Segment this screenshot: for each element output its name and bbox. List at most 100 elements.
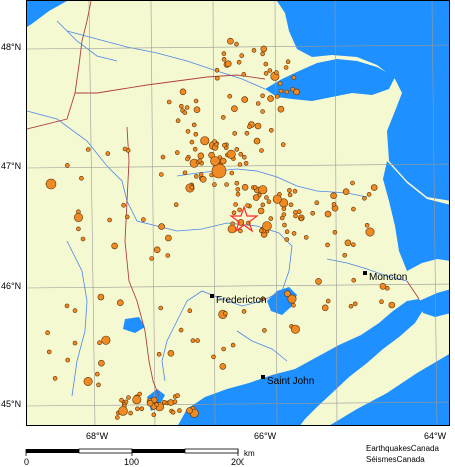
earthquake-dot	[277, 105, 285, 113]
earthquake-dot	[379, 299, 384, 305]
scale-segment-3	[132, 449, 185, 453]
credit-line-1: EarthquakesCanada	[366, 444, 439, 453]
earthquake-dot	[321, 304, 329, 312]
earthquake-dot	[365, 227, 375, 237]
earthquake-dot	[166, 99, 172, 105]
earthquake-dot	[225, 60, 232, 68]
earthquake-dot	[211, 354, 216, 360]
earthquake-dot	[190, 338, 196, 343]
earthquake-dot	[156, 351, 162, 357]
earthquake-dot	[252, 185, 258, 190]
lon-label-68: 68°W	[86, 431, 109, 441]
earthquake-dot	[388, 301, 396, 309]
earthquake-dot	[298, 216, 304, 222]
scale-tick-200: 200	[231, 457, 244, 467]
earthquake-dot	[128, 410, 133, 416]
earthquake-dot	[348, 303, 354, 309]
earthquake-dot	[277, 81, 283, 86]
earthquake-dot	[95, 371, 100, 377]
earthquake-dot	[237, 162, 243, 167]
earthquake-dot	[236, 59, 242, 65]
earthquake-dot	[45, 178, 57, 190]
earthquake-dot	[272, 194, 282, 204]
earthquake-dot	[231, 210, 237, 216]
saint-john-marker	[261, 375, 265, 379]
earthquake-dot	[291, 75, 297, 80]
scale-segment-4	[184, 448, 239, 454]
earthquake-dot	[227, 37, 234, 45]
earthquake-dot	[179, 103, 184, 109]
earthquake-dot	[350, 242, 356, 247]
earthquake-dot	[193, 98, 199, 104]
earthquake-dot	[178, 327, 184, 333]
earthquake-dot	[235, 191, 241, 197]
earthquake-dot	[195, 338, 200, 343]
earthquake-dot	[52, 376, 58, 381]
earthquake-dot	[160, 154, 166, 160]
earthquake-dot	[284, 229, 290, 234]
earthquake-dot	[284, 237, 290, 242]
earthquake-dot	[76, 226, 81, 232]
map-frame[interactable]: Fredericton Moncton Saint John	[26, 0, 450, 426]
scale-tick-100: 100	[124, 457, 139, 467]
earthquake-dot	[263, 61, 269, 67]
earthquake-dot	[210, 156, 220, 166]
earthquake-dot	[325, 242, 330, 248]
earthquake-dot	[262, 328, 267, 333]
earthquake-dot	[170, 410, 176, 415]
earthquake-dot	[258, 185, 268, 195]
earthquake-dot	[255, 101, 261, 106]
lat-label-45: 45°N	[1, 399, 22, 409]
earthquake-dot	[296, 209, 302, 214]
earthquake-dot	[237, 207, 242, 213]
earthquake-dot	[179, 88, 187, 96]
saint-john-label[interactable]: Saint John	[267, 376, 314, 387]
earthquake-dot	[266, 199, 272, 204]
earthquake-dot	[175, 393, 180, 398]
earthquake-dot	[200, 136, 210, 146]
fredericton-label[interactable]: Fredericton	[216, 295, 267, 306]
earthquake-dot	[187, 308, 193, 314]
earthquake-dot	[238, 151, 244, 157]
earthquake-dot	[282, 222, 287, 228]
moncton-label[interactable]: Moncton	[369, 272, 407, 283]
earthquake-dot	[189, 185, 195, 190]
earthquake-dot	[285, 59, 291, 65]
earthquake-dot	[324, 210, 332, 218]
lon-label-66: 66°W	[254, 431, 277, 441]
credit-line-2: SéismesCanada	[366, 455, 425, 464]
earthquake-dot	[175, 150, 180, 155]
earthquake-dot	[314, 200, 320, 205]
earthquake-dot	[254, 122, 262, 130]
earthquake-dot	[141, 217, 146, 222]
lat-label-47: 47°N	[1, 161, 22, 171]
earthquake-dot	[264, 195, 269, 200]
earthquake-dot	[219, 157, 227, 165]
earthquake-dot	[221, 115, 226, 120]
map-canvas[interactable]: Fredericton Moncton Saint John	[27, 1, 450, 426]
earthquake-dot	[325, 298, 331, 304]
earthquake-dot	[175, 118, 181, 123]
earthquake-dot	[45, 330, 50, 336]
earthquake-dot	[158, 223, 165, 230]
earthquake-dot	[214, 67, 220, 73]
earthquake-dot	[64, 303, 70, 309]
earthquake-dot	[303, 235, 309, 240]
earthquake-dot	[192, 146, 198, 152]
earthquake-dot	[224, 182, 229, 187]
lat-label-46: 46°N	[1, 281, 22, 291]
earthquake-dot	[315, 278, 322, 285]
earthquake-dot	[149, 256, 154, 261]
earthquake-dot	[96, 382, 101, 388]
earthquake-dot	[247, 124, 252, 129]
earthquake-dot	[173, 202, 179, 207]
earthquake-dot	[274, 70, 279, 75]
earthquake-dot	[364, 223, 370, 228]
earthquake-dot	[243, 161, 249, 166]
earthquake-dot	[253, 137, 261, 145]
earthquake-dot	[227, 224, 237, 234]
earthquake-dot	[239, 53, 244, 58]
earthquake-dot	[287, 188, 292, 193]
earthquake-dot	[352, 301, 358, 307]
earthquake-dot	[211, 163, 227, 179]
